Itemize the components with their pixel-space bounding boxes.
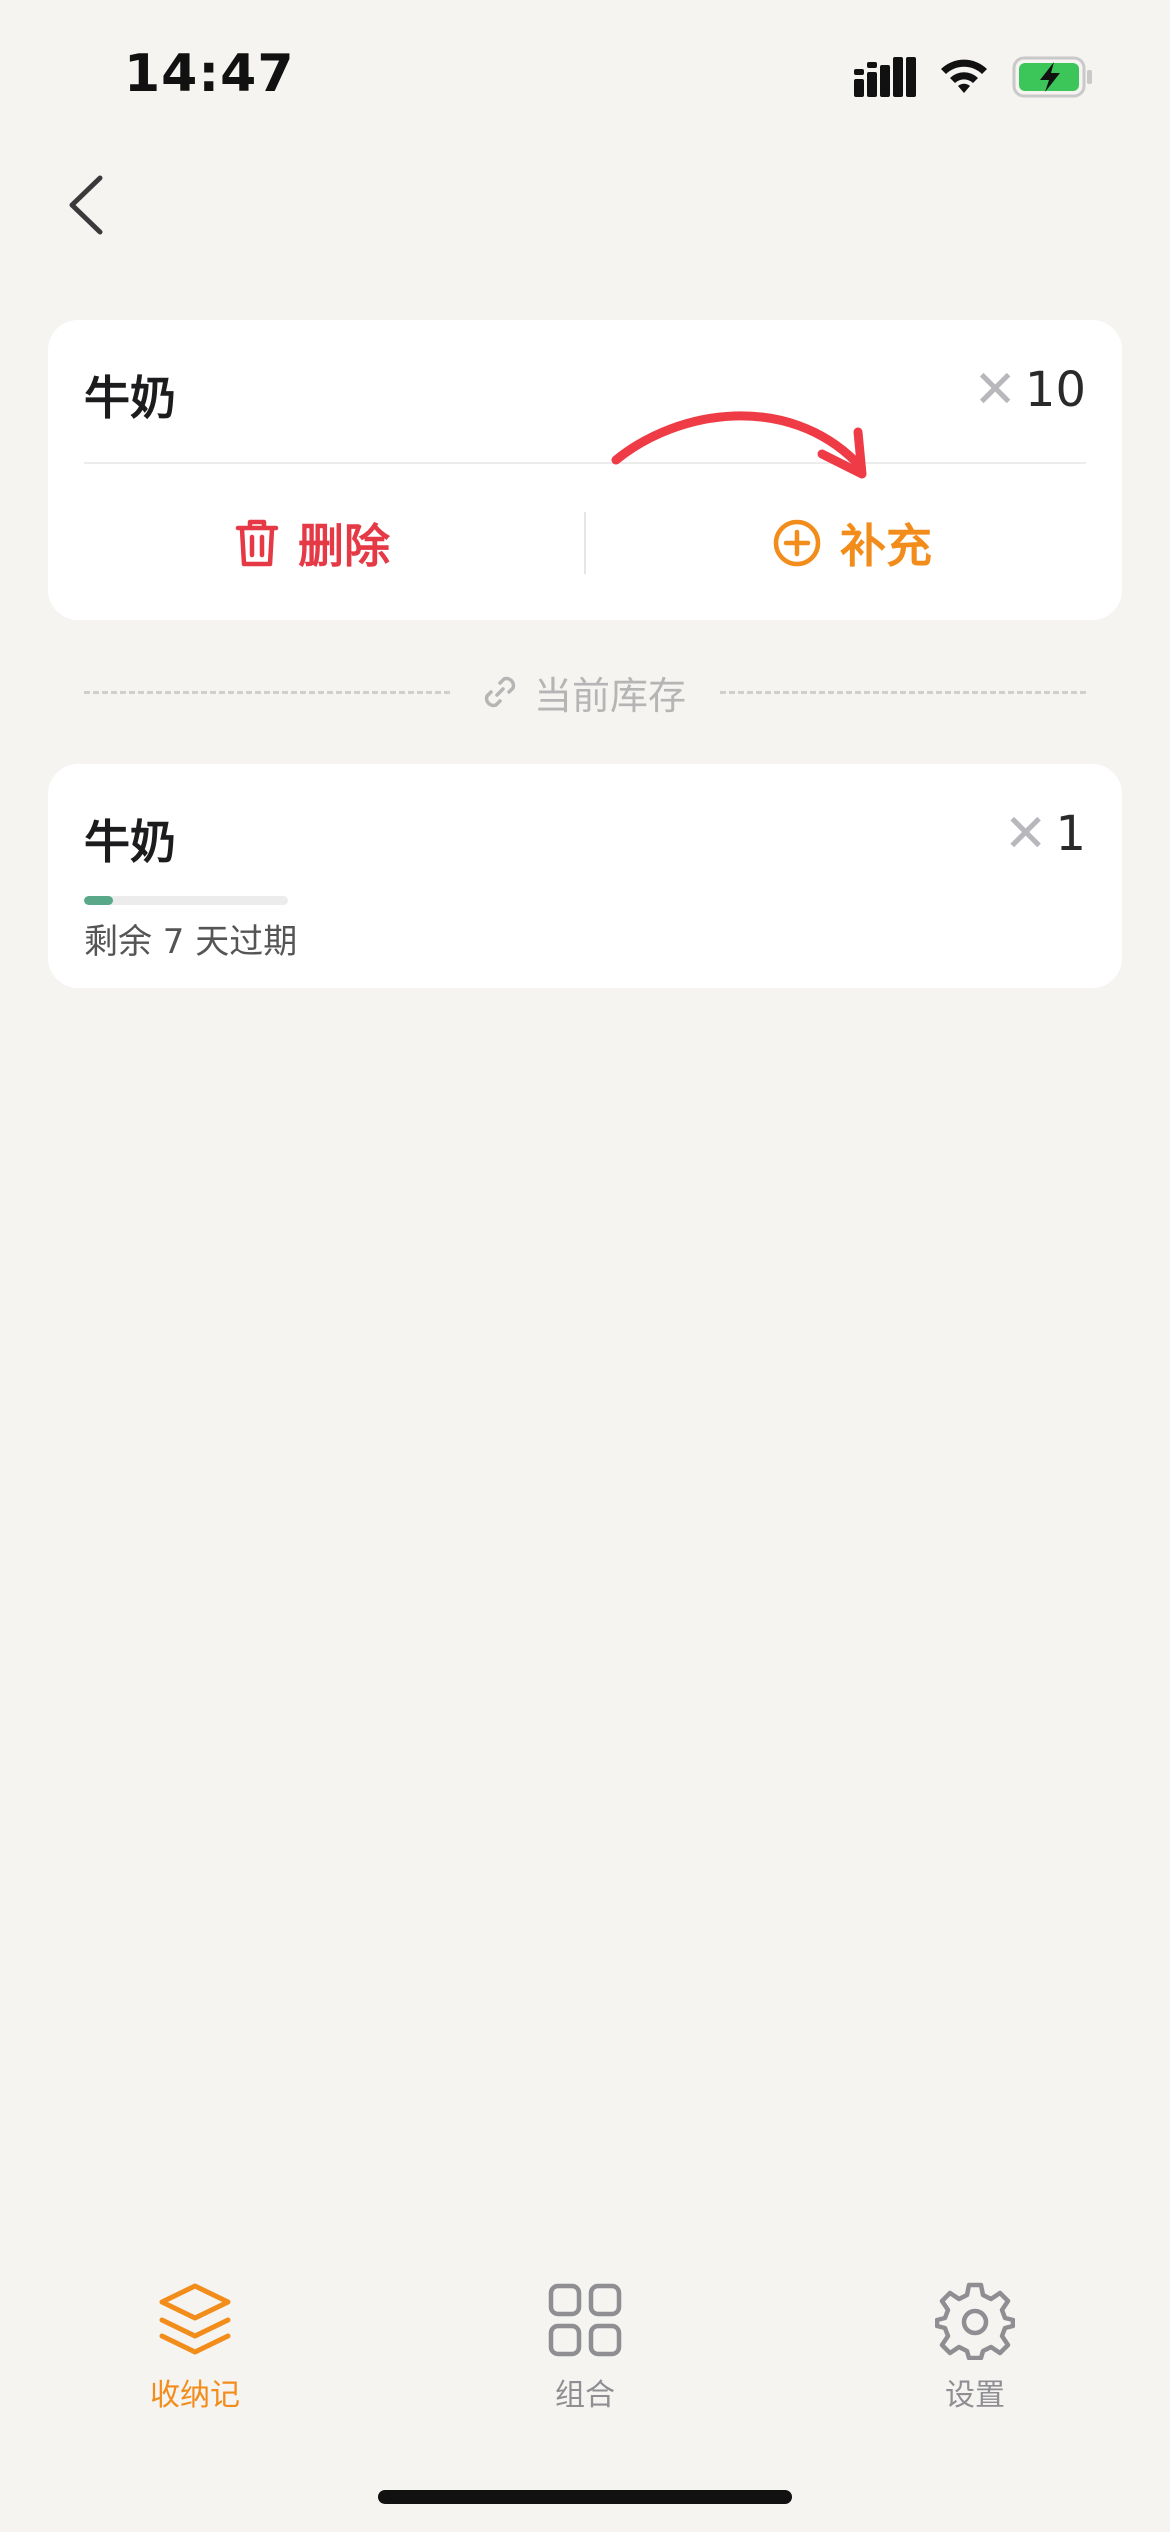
link-icon — [484, 676, 516, 708]
gear-icon — [935, 2282, 1015, 2360]
grid-icon — [548, 2283, 622, 2357]
tab-storage[interactable]: 收纳记 — [95, 2280, 295, 2430]
home-indicator — [378, 2490, 792, 2504]
inventory-quantity-value: 1 — [1055, 806, 1086, 862]
status-bar: 14:47 — [0, 0, 1170, 150]
tab-settings-label: 设置 — [945, 2378, 1005, 2413]
wifi-icon — [941, 59, 987, 93]
status-icons — [854, 54, 1094, 100]
curved-arrow-icon — [611, 411, 867, 479]
item-name: 牛奶 — [84, 371, 176, 425]
tab-combination-label: 组合 — [555, 2378, 615, 2413]
replenish-label: 补充 — [840, 519, 932, 573]
dashed-line-right — [720, 691, 1086, 694]
tab-bar: 收纳记 组合 设置 — [0, 2280, 1170, 2460]
replenish-button[interactable]: 补充 — [772, 500, 932, 586]
expiry-text: 剩余 7 天过期 — [84, 922, 298, 962]
freshness-progress-fill — [84, 896, 113, 905]
item-quantity: ✕ 10 — [973, 360, 1086, 420]
section-label: 当前库存 — [480, 664, 686, 720]
multiply-icon: ✕ — [973, 360, 1017, 420]
multiply-icon: ✕ — [1003, 804, 1048, 864]
tab-settings[interactable]: 设置 — [875, 2280, 1075, 2430]
current-stock-divider: 当前库存 — [84, 664, 1086, 720]
freshness-progress-bar — [84, 896, 288, 905]
tab-combination[interactable]: 组合 — [485, 2280, 685, 2430]
action-divider — [584, 512, 586, 574]
dashed-line-left — [84, 691, 450, 694]
app-root: 14:47 牛奶 ✕ 10 删除 补充 当前库存 牛奶 ✕ 1 剩余 7 天过期… — [0, 0, 1170, 2532]
back-button[interactable] — [56, 170, 116, 240]
item-quantity-value: 10 — [1024, 362, 1086, 418]
delete-button[interactable]: 删除 — [234, 500, 390, 586]
trash-icon — [235, 519, 279, 567]
chevron-left-icon — [69, 175, 103, 235]
layers-icon — [159, 2283, 231, 2355]
section-label-text: 当前库存 — [534, 673, 687, 718]
cellular-signal-icon — [854, 57, 916, 97]
inventory-item-card[interactable]: 牛奶 ✕ 1 剩余 7 天过期 — [48, 764, 1122, 988]
tab-storage-label: 收纳记 — [150, 2378, 240, 2413]
status-time: 14:47 — [124, 44, 295, 104]
delete-label: 删除 — [298, 519, 390, 573]
plus-circle-icon — [773, 519, 821, 567]
inventory-item-quantity: ✕ 1 — [1004, 804, 1086, 864]
inventory-item-name: 牛奶 — [84, 815, 176, 869]
battery-charging-icon — [1012, 56, 1092, 98]
